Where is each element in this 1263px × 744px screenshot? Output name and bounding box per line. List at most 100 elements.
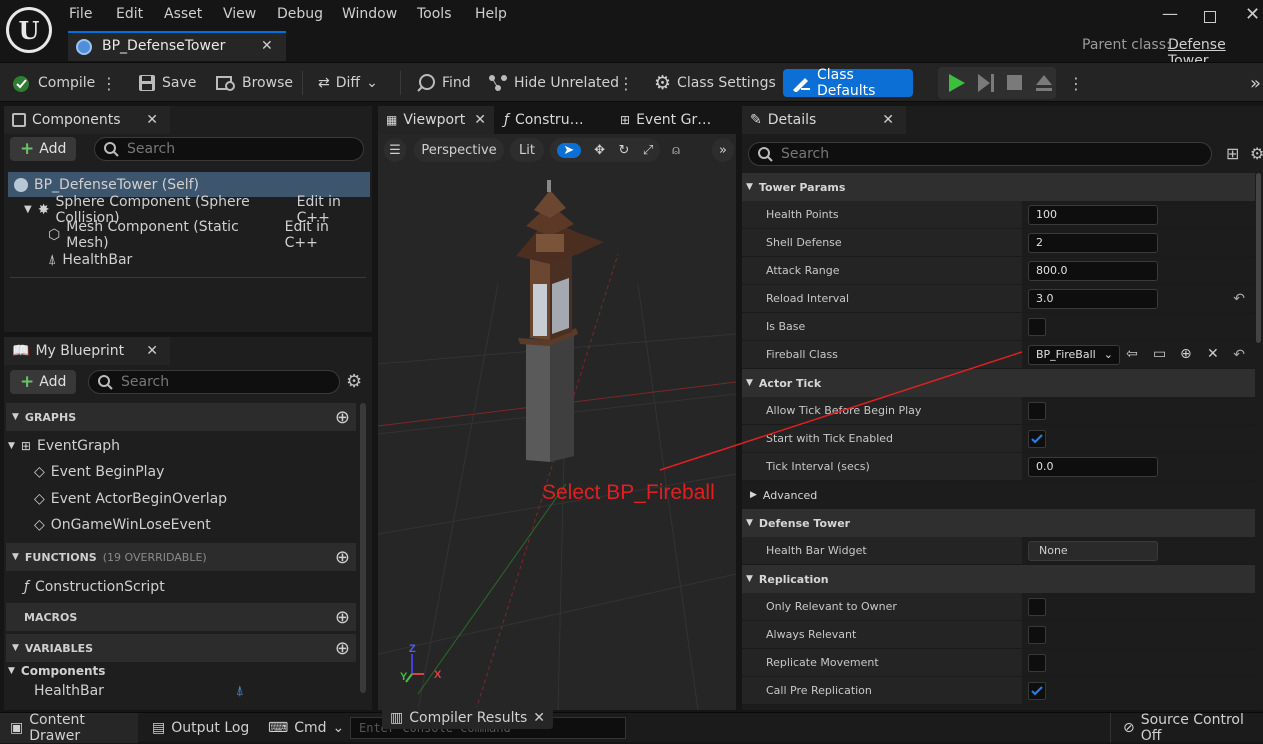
edit-in-cpp-link[interactable]: Edit in C++ [285,219,370,251]
perspective-button[interactable]: Perspective [414,138,504,162]
close-icon[interactable]: ✕ [261,38,273,54]
add-variable-icon[interactable]: ⊕ [335,638,350,659]
minimize-icon[interactable]: — [1162,4,1178,23]
number-input[interactable]: 2 [1028,232,1158,253]
menu-file[interactable]: File [69,6,92,22]
move-tool-icon[interactable]: ✥ [594,143,605,158]
close-icon[interactable]: ✕ [146,112,158,128]
tab-details[interactable]: ✎ Details ✕ [742,106,906,134]
tree-item-event-graph[interactable]: ▼ ⊞ EventGraph [8,433,348,458]
details-section-header[interactable]: ▼ Actor Tick [742,369,1255,397]
compile-button[interactable]: Compile [12,63,95,103]
graphs-category[interactable]: ▼ GRAPHS ⊕ [6,403,356,431]
output-log-button[interactable]: ▤ Output Log [152,713,249,743]
step-icon[interactable] [976,73,996,93]
number-input[interactable]: 100 [1028,204,1158,225]
menu-debug[interactable]: Debug [277,6,323,22]
tab-event-graph[interactable]: ⊞ Event Gr… [612,106,732,134]
tab-construction-script[interactable]: ƒ Constru… [496,106,608,134]
toolbar-overflow-icon[interactable]: » [1250,63,1261,103]
functions-category[interactable]: ▼ FUNCTIONS (19 OVERRIDABLE) ⊕ [6,543,356,571]
find-button[interactable]: Find [416,63,471,103]
widget-class-dropdown[interactable]: None [1028,540,1158,561]
lit-button[interactable]: Lit [510,138,544,162]
checkbox[interactable] [1028,681,1046,700]
details-section-header[interactable]: ▼ Defense Tower [742,509,1255,537]
content-drawer-button[interactable]: ▣ Content Drawer [0,712,138,744]
details-section-header[interactable]: ▶ Advanced [742,481,1255,509]
tree-item-mesh-component[interactable]: ⬡ Mesh Component (Static Mesh) Edit in C… [48,219,370,251]
checkbox[interactable] [1028,625,1046,644]
asset-tab[interactable]: BP_DefenseTower ✕ [68,31,286,61]
maximize-icon[interactable] [1204,11,1216,23]
browse-button[interactable]: Browse [216,63,293,103]
menu-view[interactable]: View [223,6,256,22]
checkbox[interactable] [1028,653,1046,672]
close-icon[interactable]: ✕ [146,343,158,359]
class-defaults-button[interactable]: Class Defaults [783,67,913,99]
tree-item-event[interactable]: ◇ OnGameWinLoseEvent [34,512,354,537]
stop-icon[interactable] [1006,74,1024,92]
gear-icon[interactable]: ⚙ [1250,144,1263,163]
variables-category[interactable]: ▼ VARIABLES ⊕ [6,634,356,662]
tree-item-function[interactable]: ƒ ConstructionScript [24,574,344,599]
menu-edit[interactable]: Edit [116,6,143,22]
menu-window[interactable]: Window [342,6,397,22]
class-picker-dropdown[interactable]: BP_FireBall ⌄ [1028,344,1120,365]
expand-toolbar-icon[interactable]: » [712,138,734,162]
diff-button[interactable]: ⇄ Diff ⌄ [318,63,378,103]
add-macro-icon[interactable]: ⊕ [335,607,350,628]
eject-icon[interactable] [1034,73,1054,93]
checkbox[interactable] [1028,597,1046,616]
save-button[interactable]: Save [138,63,196,103]
checkbox[interactable] [1028,401,1046,420]
play-options-icon[interactable]: ⋮ [1068,63,1084,103]
scale-tool-icon[interactable]: ⤢ [643,143,653,158]
compile-options-icon[interactable]: ⋮ [101,63,117,103]
scrollbar[interactable] [1256,173,1261,343]
table-view-icon[interactable]: ⊞ [1226,144,1239,163]
surface-snap-icon[interactable]: ⍝ [664,138,688,162]
class-settings-button[interactable]: ⚙ Class Settings [654,63,776,103]
menu-tools[interactable]: Tools [417,6,452,22]
play-icon[interactable] [946,73,966,93]
unreal-logo-icon[interactable]: U [6,7,52,53]
tree-item-event[interactable]: ◇ Event ActorBeginOverlap [34,486,354,511]
tab-my-blueprint[interactable]: 📖 My Blueprint ✕ [4,337,170,365]
close-icon[interactable]: ✕ [533,710,545,726]
source-control-button[interactable]: ⊘ Source Control Off [1110,712,1263,744]
create-new-icon[interactable]: ⊕ [1180,346,1192,362]
my-blueprint-search-input[interactable]: Search [88,370,340,394]
close-icon[interactable]: ✕ [474,112,486,128]
details-section-header[interactable]: ▼ Replication [742,565,1255,593]
add-component-button[interactable]: + Add [10,137,77,161]
macros-category[interactable]: MACROS ⊕ [6,603,356,631]
reset-to-default-icon[interactable]: ↶ [1233,347,1245,363]
select-tool-icon[interactable]: ➤ [556,142,581,158]
rotate-tool-icon[interactable]: ↻ [619,143,630,158]
tree-item-event[interactable]: ◇ Event BeginPlay [34,459,354,484]
close-icon[interactable]: ✕ [882,112,894,128]
add-member-button[interactable]: + Add [10,370,77,394]
checkbox[interactable] [1028,429,1046,448]
menu-asset[interactable]: Asset [164,6,202,22]
gear-icon[interactable]: ⚙ [346,371,362,392]
tab-components[interactable]: Components ✕ [4,106,170,134]
tab-viewport[interactable]: ▦ Viewport ✕ [378,106,494,134]
checkbox[interactable] [1028,317,1046,336]
details-section-header[interactable]: ▼ Tower Params [742,173,1255,201]
add-graph-icon[interactable]: ⊕ [335,407,350,428]
viewport-scene[interactable]: Z Y X [378,134,736,710]
add-function-icon[interactable]: ⊕ [335,547,350,568]
details-search-input[interactable]: Search [748,142,1212,166]
use-selected-icon[interactable]: ⇦ [1126,346,1138,362]
hide-unrelated-button[interactable]: Hide Unrelated [488,63,619,103]
clear-icon[interactable]: ✕ [1207,346,1219,362]
reset-to-default-icon[interactable]: ↶ [1233,291,1245,307]
tree-item-variable[interactable]: HealthBar ⍋ [34,680,244,702]
menu-help[interactable]: Help [475,6,507,22]
compiler-results-tab[interactable]: ▥ Compiler Results ✕ [382,707,553,729]
browse-asset-icon[interactable]: ▭ [1153,346,1166,362]
hide-unrelated-options-icon[interactable]: ⋮ [618,63,634,103]
tree-item-healthbar[interactable]: ⍋ HealthBar [48,247,248,272]
